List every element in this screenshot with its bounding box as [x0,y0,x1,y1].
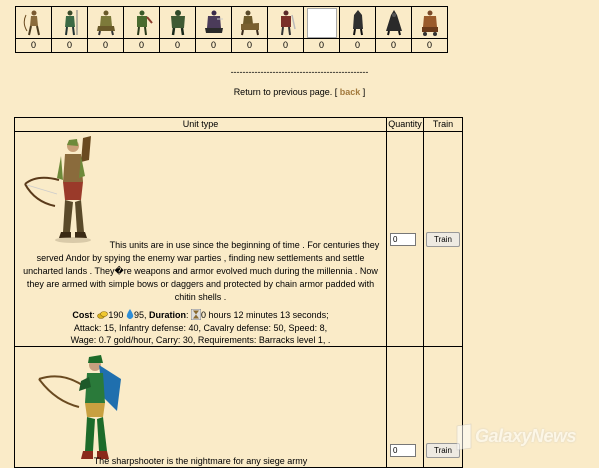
back-link[interactable]: back [340,87,361,97]
unit-count: 0 [339,38,376,53]
unit-count: 0 [303,38,340,53]
unit-count: 0 [159,38,196,53]
unit-description-block: The sharpshooter is the nightmare for an… [17,455,384,468]
gold-coins-icon [97,311,109,319]
quantity-input[interactable] [390,233,416,246]
unit-count: 0 [123,38,160,53]
quantity-cell [386,131,424,347]
siege-unit-icon [421,10,438,36]
hourglass-icon [191,309,202,320]
unit-type-cell: The sharpshooter is the nightmare for an… [14,346,387,468]
unit-type-cell: This units are in use since the beginnin… [14,131,387,347]
unit-count: 0 [51,38,88,53]
table-row: This units are in use since the beginnin… [14,131,463,347]
header-unit-type: Unit type [14,117,387,132]
unit-count: 0 [375,38,412,53]
rider-unit-icon [96,10,115,36]
quantity-input[interactable] [390,444,416,457]
spearman-unit-icon [64,10,77,36]
archer-unit-icon [23,10,40,36]
header-train: Train [423,117,463,132]
unit-count: 0 [411,38,448,53]
dashed-divider: ----------------------------------------… [230,67,369,77]
empty-slot-icon [306,7,337,38]
water-cost: 95 [133,310,144,320]
unit-training-table: Unit type Quantity Train This units are … [14,117,463,468]
cavalry-unit-icon [240,10,259,36]
unit-description: This units are in use since the beginnin… [17,239,384,304]
unit-icon-row [15,6,448,39]
unit-count: 0 [15,38,52,53]
return-text: Return to previous page. [ [233,87,338,97]
unit-count-strip: 0 0 0 0 0 0 0 0 0 0 0 0 [15,6,448,53]
train-button[interactable]: Train [426,232,460,247]
return-line: Return to previous page. [ back ] [0,87,599,97]
unit-count: 0 [231,38,268,53]
return-close: ] [362,87,366,97]
unit-description-block: This units are in use since the beginnin… [17,239,384,346]
unit-count: 0 [195,38,232,53]
watermark-logo: GalaxyNews [455,418,595,456]
unit-count: 0 [267,38,304,53]
gold-cost: 190 [108,310,124,320]
quantity-cell [386,346,424,468]
train-cell: Train [423,131,463,347]
unit-wage: Wage: 0.7 gold/hour, Carry: 30, Requirem… [70,335,331,345]
watermark-emblem-icon [456,423,472,451]
swordsman-unit-icon [280,10,296,36]
unit-stats: Attack: 15, Infantry defense: 40, Cavalr… [73,323,328,333]
header-quantity: Quantity [386,117,424,132]
mage-unit-icon [385,10,402,36]
table-header-row: Unit type Quantity Train [14,117,463,132]
hooded-unit-icon [352,10,363,36]
ranger-unit-icon [136,10,153,36]
cost-label: Cost [72,310,93,320]
unit-description: The sharpshooter is the nightmare for an… [93,456,308,466]
scout-archer-image [24,136,91,243]
duration-value: 0 hours 12 minutes 13 seconds; [201,310,329,320]
unit-count: 0 [87,38,124,53]
table-row: The sharpshooter is the nightmare for an… [14,346,463,468]
cost-line: Cost: 190 95, Duration: 0 hours 12 minut… [72,309,329,320]
warrior-unit-icon [170,10,185,36]
sharpshooter-image [38,355,121,459]
watermark-text: GalaxyNews [475,426,577,446]
knight-unit-icon [204,10,223,33]
duration-label: Duration [149,310,186,320]
unit-count-row: 0 0 0 0 0 0 0 0 0 0 0 0 [15,38,448,53]
water-drop-icon [126,309,134,319]
